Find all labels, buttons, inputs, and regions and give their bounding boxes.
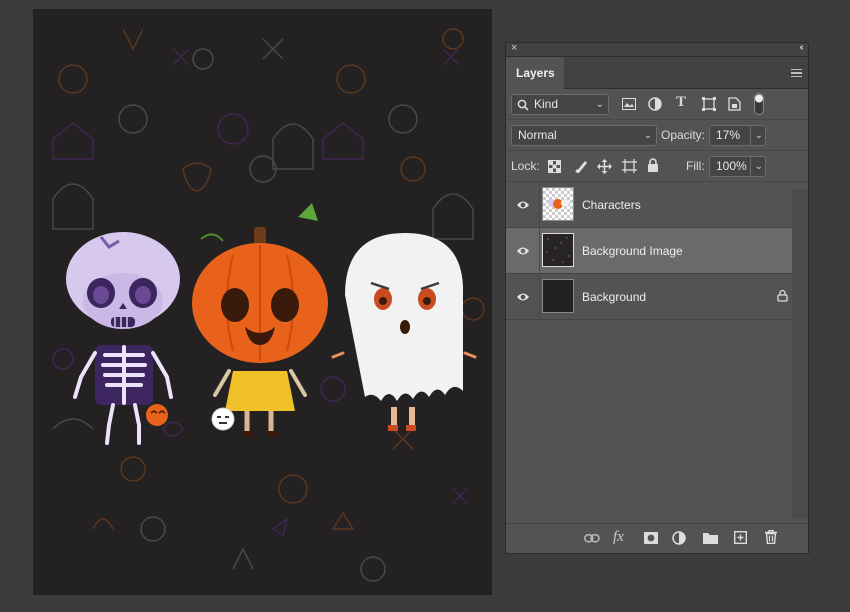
lock-artboard-icon[interactable] [622,159,637,173]
layer-thumbnail-background [542,279,574,313]
fill-field[interactable]: 100% ⌄ [709,156,766,177]
lock-fill-row: Lock: Fill: 100% ⌄ [506,151,808,182]
blend-mode-value: Normal [518,128,557,142]
layers-panel: × ‹‹ Layers Kind ⌄ T Normal ⌄ Opacity: 1… [505,42,809,554]
opacity-field[interactable]: 17% ⌄ [709,125,766,146]
filter-toggle-icon[interactable] [754,93,764,115]
layer-row-background[interactable]: Background [506,274,808,320]
type-filter-icon[interactable]: T [676,94,686,111]
skeleton-character [66,232,180,445]
layer-row-background-image[interactable]: Background Image [506,228,808,274]
pattern-thumbnail-art [546,237,570,263]
fill-label: Fill: [686,159,705,173]
lock-transparent-pixels-icon[interactable] [548,160,561,173]
image-filter-icon[interactable] [622,98,636,110]
panel-menu-icon[interactable] [791,69,802,77]
panel-titlebar: × ‹‹ [506,42,808,57]
layer-name-characters[interactable]: Characters [582,198,641,212]
filter-kind-label: Kind [534,97,559,111]
blend-opacity-row: Normal ⌄ Opacity: 17% ⌄ [506,120,808,151]
link-layers-icon[interactable] [584,534,600,543]
fill-value: 100% [716,159,747,173]
close-panel-icon[interactable]: × [511,42,517,54]
shape-filter-icon[interactable] [702,97,716,111]
add-mask-icon[interactable] [644,532,658,544]
adjustment-filter-icon[interactable] [648,97,662,111]
layer-lock-icon[interactable] [777,289,788,302]
layer-thumbnail-background-image [542,233,574,267]
halloween-artwork [52,28,485,582]
chevron-down-icon: ⌄ [595,99,604,110]
collapse-panel-icon[interactable]: ‹‹ [799,42,803,53]
fx-icon[interactable]: fx [613,529,624,546]
panel-footer: fx [506,523,808,553]
blend-mode-select[interactable]: Normal ⌄ [511,125,657,146]
photoshop-workspace: × ‹‹ Layers Kind ⌄ T Normal ⌄ Opacity: 1… [0,0,850,612]
chevron-down-icon[interactable]: ⌄ [749,157,763,176]
smart-object-filter-icon[interactable] [728,97,741,111]
column-divider [539,228,540,274]
search-icon [517,99,529,111]
column-divider [539,274,540,320]
chevron-down-icon: ⌄ [643,130,652,141]
filter-kind-select[interactable]: Kind ⌄ [511,94,609,115]
panel-tab-bar: Layers [506,57,808,89]
chevron-down-icon[interactable]: ⌄ [749,126,763,145]
opacity-value: 17% [716,128,741,142]
characters-thumbnail-art [548,198,570,209]
lock-all-icon[interactable] [647,158,659,173]
opacity-label: Opacity: [661,128,706,142]
new-layer-icon[interactable] [734,531,747,544]
lock-label: Lock: [511,159,540,173]
layer-name-background[interactable]: Background [582,290,646,304]
layer-row-characters[interactable]: Characters [506,182,808,228]
document-canvas[interactable] [33,9,492,595]
delete-layer-icon[interactable] [765,530,777,544]
tab-layers[interactable]: Layers [506,57,564,89]
adjustment-layer-icon[interactable] [672,531,686,545]
visibility-eye-icon[interactable] [516,290,530,304]
filter-row: Kind ⌄ T [506,89,808,120]
lock-image-pixels-icon[interactable] [574,159,588,173]
layer-list: Characters Background Image Background [506,182,808,512]
pumpkin-character [192,203,328,437]
layer-thumbnail-characters [542,187,574,221]
new-group-icon[interactable] [703,532,718,544]
lock-position-icon[interactable] [597,159,612,174]
visibility-eye-icon[interactable] [516,198,530,212]
layer-list-scrollbar[interactable] [792,189,808,519]
visibility-eye-icon[interactable] [516,244,530,258]
ghost-character [331,233,477,431]
layer-name-background-image[interactable]: Background Image [582,244,683,258]
column-divider [539,182,540,228]
